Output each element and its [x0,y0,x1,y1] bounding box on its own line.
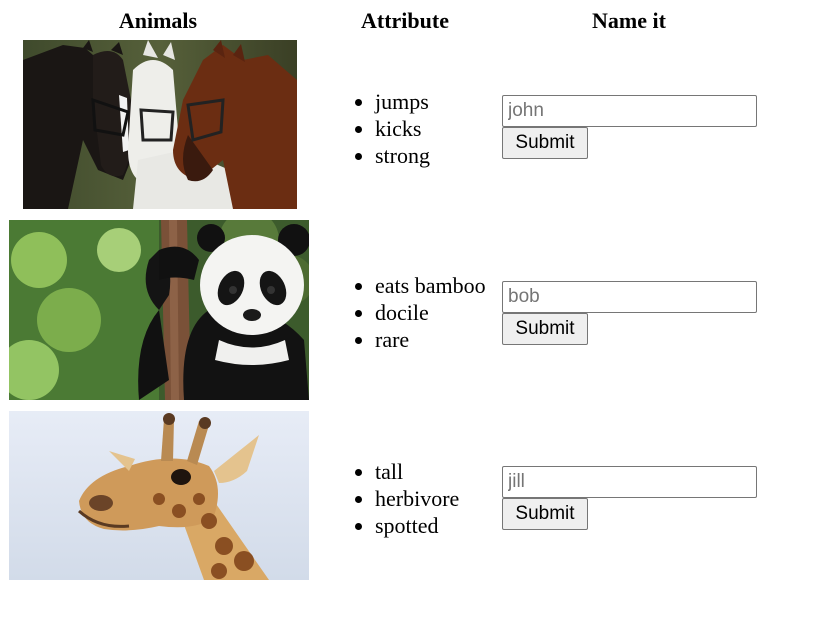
attribute-list: tall herbivore spotted [335,458,459,539]
name-input[interactable] [502,95,757,127]
name-input[interactable] [502,466,757,498]
list-item: herbivore [375,485,459,512]
attribute-header: Attribute [361,8,449,33]
list-item: eats bamboo [375,272,486,299]
name-form: Submit [502,281,757,345]
submit-button[interactable]: Submit [502,313,588,345]
horses-image [23,40,297,209]
list-item: tall [375,458,459,485]
animals-header: Animals [118,8,198,33]
name-form: Submit [502,95,757,159]
submit-button[interactable]: Submit [502,127,588,159]
list-item: jumps [375,88,430,115]
list-item: spotted [375,512,459,539]
name-input[interactable] [502,281,757,313]
attribute-list: eats bamboo docile rare [335,272,486,353]
attribute-list: jumps kicks strong [335,88,430,169]
name-it-header: Name it [592,8,666,33]
submit-button[interactable]: Submit [502,498,588,530]
name-form: Submit [502,466,757,530]
giraffe-image [9,411,309,580]
list-item: kicks [375,115,430,142]
panda-image [9,220,309,400]
list-item: rare [375,326,486,353]
list-item: docile [375,299,486,326]
list-item: strong [375,142,430,169]
